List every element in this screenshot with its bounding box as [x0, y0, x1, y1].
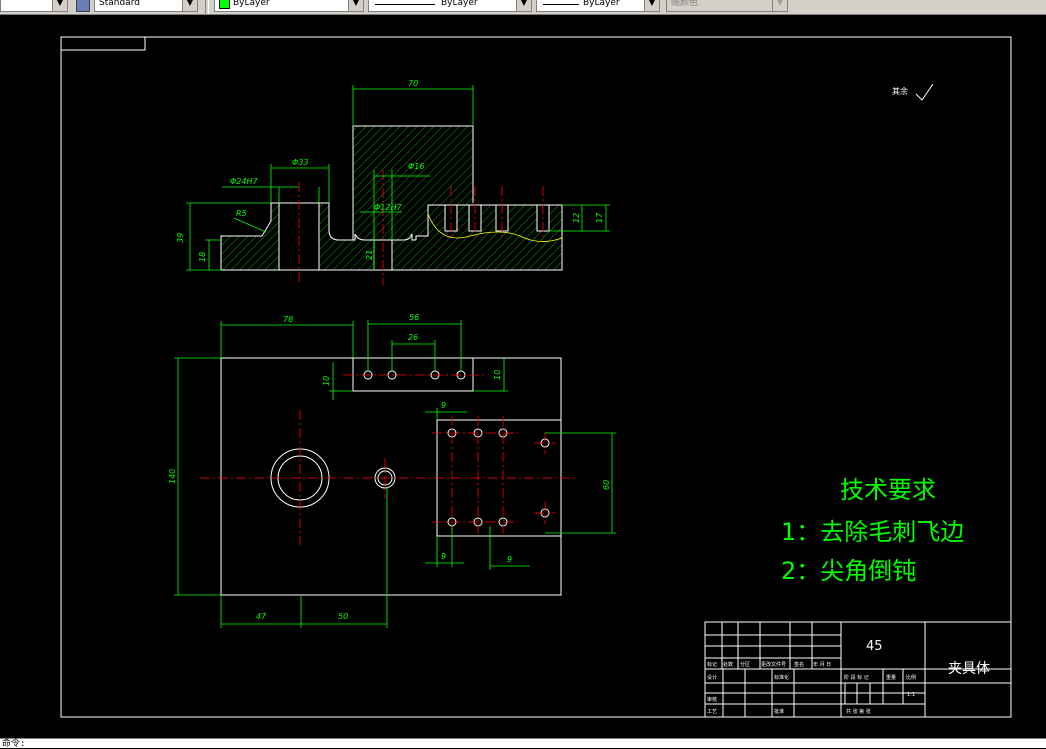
chevron-down-icon[interactable]: ▼ — [348, 0, 363, 11]
dim-21: 21 — [365, 250, 374, 260]
dim-phi24h7: Φ24H7 — [230, 177, 258, 186]
color-value: ByLayer — [233, 0, 270, 8]
tb-stage-label: 阶 段 标 记 — [844, 674, 869, 681]
text-style-value: Standard — [99, 0, 140, 8]
dim-140: 140 — [168, 469, 177, 484]
tb-design: 设计 — [707, 674, 717, 681]
tb-check: 审核 — [707, 696, 717, 703]
linetype-select[interactable]: ByLayer ▼ — [368, 0, 532, 12]
dim-39: 39 — [176, 233, 185, 243]
text-style-icon[interactable] — [76, 0, 90, 12]
tb-zone: 分区 — [740, 661, 750, 668]
top-view-centerlines — [200, 374, 578, 545]
dim-phi16: Φ16 — [408, 162, 424, 171]
linetype-preview — [375, 4, 435, 5]
tb-date: 年 月 日 — [813, 661, 831, 668]
roughness-symbol-icon — [915, 83, 934, 101]
drawing-border — [60, 36, 1012, 718]
tech-requirement-2: 2：尖角倒钝 — [781, 557, 916, 585]
properties-toolbar: ▼ Standard ▼ ByLayer ▼ ByLayer ▼ ByLayer… — [0, 0, 1046, 15]
color-swatch — [219, 0, 230, 9]
tb-scale-label: 比例 — [906, 674, 916, 681]
tech-requirements-title: 技术要求 — [840, 476, 936, 504]
tb-process: 工艺 — [707, 709, 717, 715]
tb-qty: 处数 — [723, 661, 733, 668]
chevron-down-icon[interactable]: ▼ — [644, 0, 659, 11]
tb-standardize: 标准化 — [774, 674, 789, 681]
chevron-down-icon[interactable]: ▼ — [772, 0, 787, 11]
tb-weight-label: 重量 — [886, 674, 896, 681]
tb-mark: 标记 — [707, 661, 717, 668]
command-line[interactable]: 命令: — [0, 738, 1046, 749]
roughness-label: 其余 — [892, 86, 908, 96]
dim-17: 17 — [595, 212, 604, 223]
color-select[interactable]: ByLayer ▼ — [214, 0, 364, 12]
tb-approve: 批准 — [774, 708, 784, 715]
linetype-value: ByLayer — [441, 0, 478, 8]
chevron-down-icon[interactable]: ▼ — [182, 0, 197, 11]
tb-docno: 更改文件号 — [761, 661, 786, 668]
dim-12: 12 — [572, 213, 581, 223]
dim-phi12h7: Φ12H7 — [374, 203, 402, 212]
lineweight-preview — [543, 4, 579, 5]
top-view-dimensions — [174, 320, 616, 628]
dim-70: 70 — [408, 79, 418, 88]
tb-scale-value: 1:1 — [907, 692, 915, 698]
dim-phi33: Φ33 — [292, 158, 308, 167]
dim-18: 18 — [198, 252, 207, 262]
toolbar-separator — [205, 0, 209, 14]
lineweight-value: ByLayer — [583, 0, 620, 8]
tb-sheets: 共 张 第 张 — [846, 708, 871, 715]
plotstyle-select[interactable]: 随颜色 ▼ — [666, 0, 788, 12]
dim-9-bottom-right: 9 — [507, 555, 512, 564]
drawing-canvas[interactable]: 其余 70 Φ33 Φ24H7 Φ16 Φ12H7 R5 39 18 21 12… — [0, 15, 1046, 738]
dim-9-bottom-left: 9 — [441, 552, 446, 561]
text-style-select[interactable]: Standard ▼ — [94, 0, 198, 12]
chevron-down-icon[interactable]: ▼ — [52, 0, 67, 11]
tech-requirement-1: 1：去除毛刺飞边 — [781, 518, 964, 546]
dim-26: 26 — [408, 333, 418, 342]
part-name: 夹具体 — [948, 661, 990, 677]
material-value: 45 — [866, 639, 883, 654]
dim-r5: R5 — [236, 209, 247, 218]
prev-combo-tail[interactable]: ▼ — [0, 0, 68, 12]
dim-10-right: 10 — [493, 370, 502, 380]
dim-56: 56 — [409, 313, 419, 322]
dim-10-left: 10 — [322, 376, 331, 386]
dim-47: 47 — [256, 612, 267, 621]
tb-sign: 签名 — [794, 661, 804, 668]
dim-78: 78 — [283, 315, 293, 324]
dim-60: 60 — [602, 480, 611, 490]
lineweight-select[interactable]: ByLayer ▼ — [536, 0, 660, 12]
dim-9-top: 9 — [441, 401, 446, 410]
chevron-down-icon[interactable]: ▼ — [516, 0, 531, 11]
dim-50: 50 — [338, 612, 348, 621]
plotstyle-value: 随颜色 — [671, 0, 699, 8]
